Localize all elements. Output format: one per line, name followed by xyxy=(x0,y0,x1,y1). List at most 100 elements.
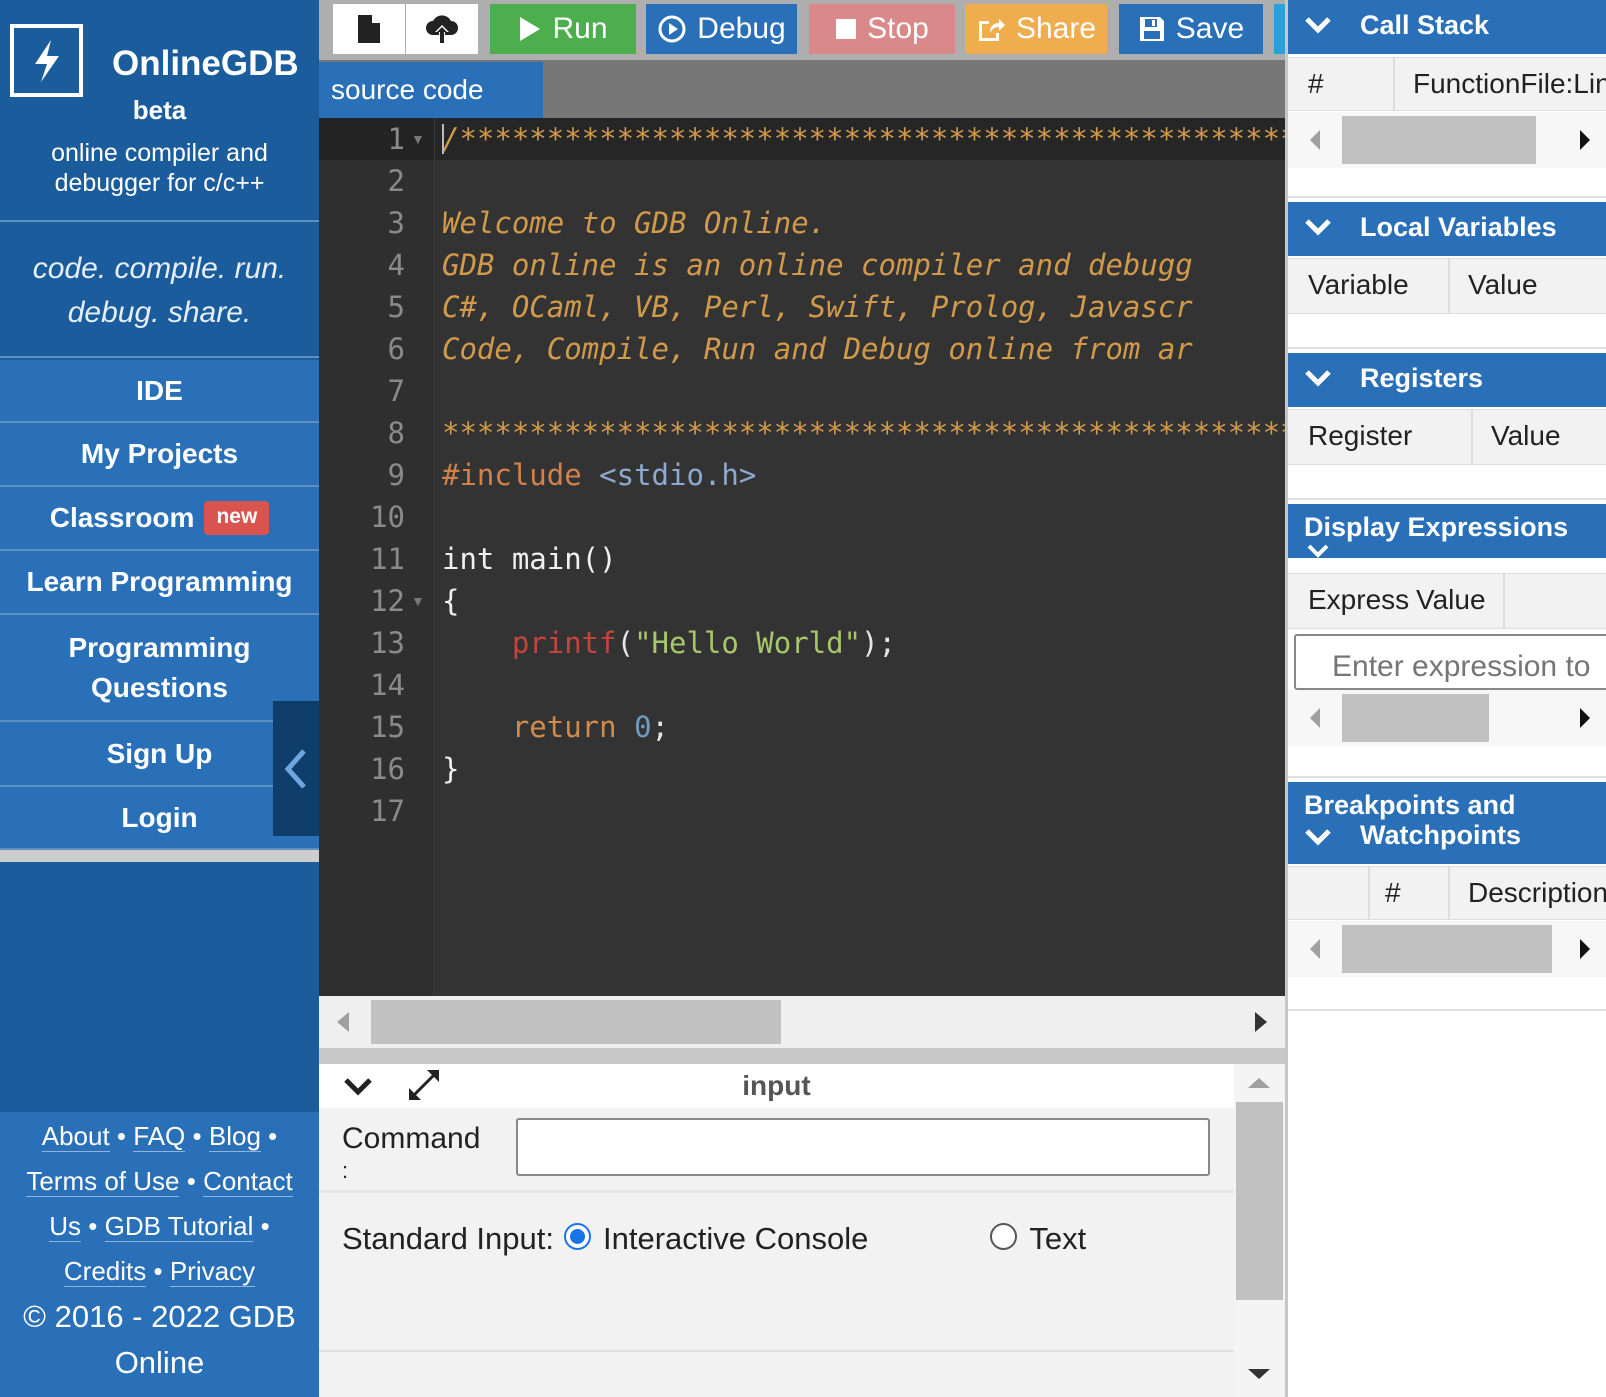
chevron-down-icon[interactable] xyxy=(1304,16,1332,36)
breakpoints-title-line-2: Watchpoints xyxy=(1360,820,1521,850)
scrollbar-thumb[interactable] xyxy=(371,1000,781,1044)
nav-classroom-label: Classroom xyxy=(49,502,195,533)
scroll-right-arrow-icon[interactable] xyxy=(1253,1010,1269,1034)
local-variables-header[interactable]: Local Variables xyxy=(1288,202,1606,256)
column-header: Value xyxy=(1468,269,1538,300)
footer-bullet: • xyxy=(88,1211,98,1241)
nav-questions-label-1: Programming xyxy=(68,631,251,663)
display-expressions-header[interactable]: Display Expressions xyxy=(1288,504,1606,558)
nav-programming-questions[interactable]: Programming Questions xyxy=(0,615,319,722)
footer-privacy-link[interactable]: Privacy xyxy=(169,1256,256,1287)
tab-source-code[interactable]: source code xyxy=(319,62,543,118)
expression-input[interactable] xyxy=(1294,634,1606,690)
scrollbar-thumb[interactable] xyxy=(1236,1102,1283,1300)
scroll-left-arrow-icon[interactable] xyxy=(335,1010,351,1034)
io-resize-handle[interactable] xyxy=(319,1048,1285,1064)
column-header: Description xyxy=(1468,877,1606,908)
scroll-left-arrow-icon[interactable] xyxy=(1308,128,1322,152)
code-comment: Code, Compile, Run and Debug online from… xyxy=(442,332,1193,366)
run-button[interactable]: Run xyxy=(490,4,636,54)
code-area[interactable]: /***************************************… xyxy=(319,118,1285,996)
scrollbar-thumb[interactable] xyxy=(1342,116,1536,164)
interactive-console-radio[interactable] xyxy=(564,1222,591,1250)
io-vertical-scrollbar[interactable] xyxy=(1234,1064,1285,1397)
footer-tutorial-link[interactable]: GDB Tutorial xyxy=(104,1211,254,1242)
code-function: printf xyxy=(511,626,617,660)
nav-sign-up[interactable]: Sign Up xyxy=(0,722,319,787)
footer-bullet: • xyxy=(192,1121,202,1151)
chevron-down-icon[interactable] xyxy=(1306,544,1330,558)
scroll-right-arrow-icon[interactable] xyxy=(1578,128,1592,152)
nav-my-projects[interactable]: My Projects xyxy=(0,423,319,487)
toolbar: Run Debug Stop Share Save xyxy=(319,0,1285,60)
scroll-up-arrow-icon[interactable] xyxy=(1246,1076,1272,1090)
nav-ide-label: IDE xyxy=(136,374,183,406)
column-header: Express xyxy=(1308,584,1410,615)
call-stack-header[interactable]: Call Stack xyxy=(1288,0,1606,54)
footer-contact-link-cont[interactable]: Us xyxy=(49,1211,82,1242)
code-comment: C#, OCaml, VB, Perl, Swift, Prolog, Java… xyxy=(442,290,1193,324)
motto-line-1: code. compile. run. xyxy=(32,252,287,285)
command-input[interactable] xyxy=(516,1118,1210,1176)
lightning-logo-icon[interactable] xyxy=(10,24,83,97)
code-keyword: return xyxy=(511,710,617,744)
scrollbar-thumb[interactable] xyxy=(1342,694,1489,742)
display-expressions-columns: Express Value xyxy=(1288,573,1606,629)
footer-blog-link[interactable]: Blog xyxy=(208,1121,261,1152)
save-button[interactable]: Save xyxy=(1119,4,1263,54)
debug-panel: Call Stack # FunctionFile:Lin Local Vari… xyxy=(1285,0,1606,1397)
code-editor[interactable]: 1 2 3 4 5 6 7 8 9 10 11 12 13 14 15 16 1… xyxy=(319,118,1285,996)
debug-circle-play-icon xyxy=(657,14,687,44)
upload-button[interactable] xyxy=(406,4,478,54)
io-divider xyxy=(319,1190,1234,1193)
new-badge: new xyxy=(204,501,270,535)
debug-button[interactable]: Debug xyxy=(646,4,797,54)
chevron-down-icon[interactable] xyxy=(1304,369,1332,389)
nav-login[interactable]: Login xyxy=(0,787,319,850)
scroll-left-arrow-icon[interactable] xyxy=(1308,706,1322,730)
breakpoints-header[interactable]: Breakpoints and Watchpoints xyxy=(1288,782,1606,864)
text-option-label[interactable]: Text xyxy=(1029,1221,1086,1257)
stop-button[interactable]: Stop xyxy=(809,4,955,54)
scroll-left-arrow-icon[interactable] xyxy=(1308,937,1322,961)
display-expressions-title: Display Expressions xyxy=(1304,512,1569,542)
scroll-right-arrow-icon[interactable] xyxy=(1578,706,1592,730)
play-icon xyxy=(518,15,542,43)
brand-title[interactable]: OnlineGDB xyxy=(112,44,299,84)
editor-horizontal-scrollbar[interactable] xyxy=(319,996,1285,1048)
code-number: 0 xyxy=(634,710,652,744)
breakpoints-scrollbar[interactable] xyxy=(1288,921,1606,977)
call-stack-scrollbar[interactable] xyxy=(1288,112,1606,168)
stop-square-icon xyxy=(835,18,857,40)
nav-ide[interactable]: IDE xyxy=(0,360,319,423)
registers-header[interactable]: Registers xyxy=(1288,353,1606,407)
scrollbar-thumb[interactable] xyxy=(1342,925,1552,973)
nav-classroom[interactable]: Classroom new xyxy=(0,487,319,551)
code-preprocessor: #include xyxy=(442,458,582,492)
footer-faq-link[interactable]: FAQ xyxy=(133,1121,186,1152)
nav-learn-programming[interactable]: Learn Programming xyxy=(0,551,319,615)
expressions-scrollbar[interactable] xyxy=(1288,690,1606,746)
code-comment: GDB online is an online compiler and deb… xyxy=(442,248,1193,282)
call-stack-title: Call Stack xyxy=(1360,10,1490,40)
interactive-console-label[interactable]: Interactive Console xyxy=(603,1221,868,1257)
editor-tabs: source code xyxy=(319,60,1285,118)
chevron-down-icon[interactable] xyxy=(1304,218,1332,238)
footer-about-link[interactable]: About xyxy=(41,1121,110,1152)
new-file-button[interactable] xyxy=(333,4,405,54)
text-radio[interactable] xyxy=(990,1222,1018,1250)
collapse-sidebar-button[interactable] xyxy=(273,701,319,836)
section-gap xyxy=(1288,315,1606,349)
scroll-right-arrow-icon[interactable] xyxy=(1578,937,1592,961)
footer-credits-link[interactable]: Credits xyxy=(63,1256,147,1287)
chevron-down-icon[interactable] xyxy=(1304,828,1332,848)
more-toolbar-button[interactable] xyxy=(1274,4,1285,54)
cloud-upload-icon xyxy=(426,15,458,43)
run-label: Run xyxy=(552,12,608,45)
share-button[interactable]: Share xyxy=(965,4,1107,54)
call-stack-columns: # FunctionFile:Lin xyxy=(1288,57,1606,111)
footer-terms-link[interactable]: Terms of Use xyxy=(26,1166,180,1197)
file-icon xyxy=(358,15,380,43)
footer-contact-link[interactable]: Contact xyxy=(203,1166,293,1197)
scroll-down-arrow-icon[interactable] xyxy=(1246,1367,1272,1381)
